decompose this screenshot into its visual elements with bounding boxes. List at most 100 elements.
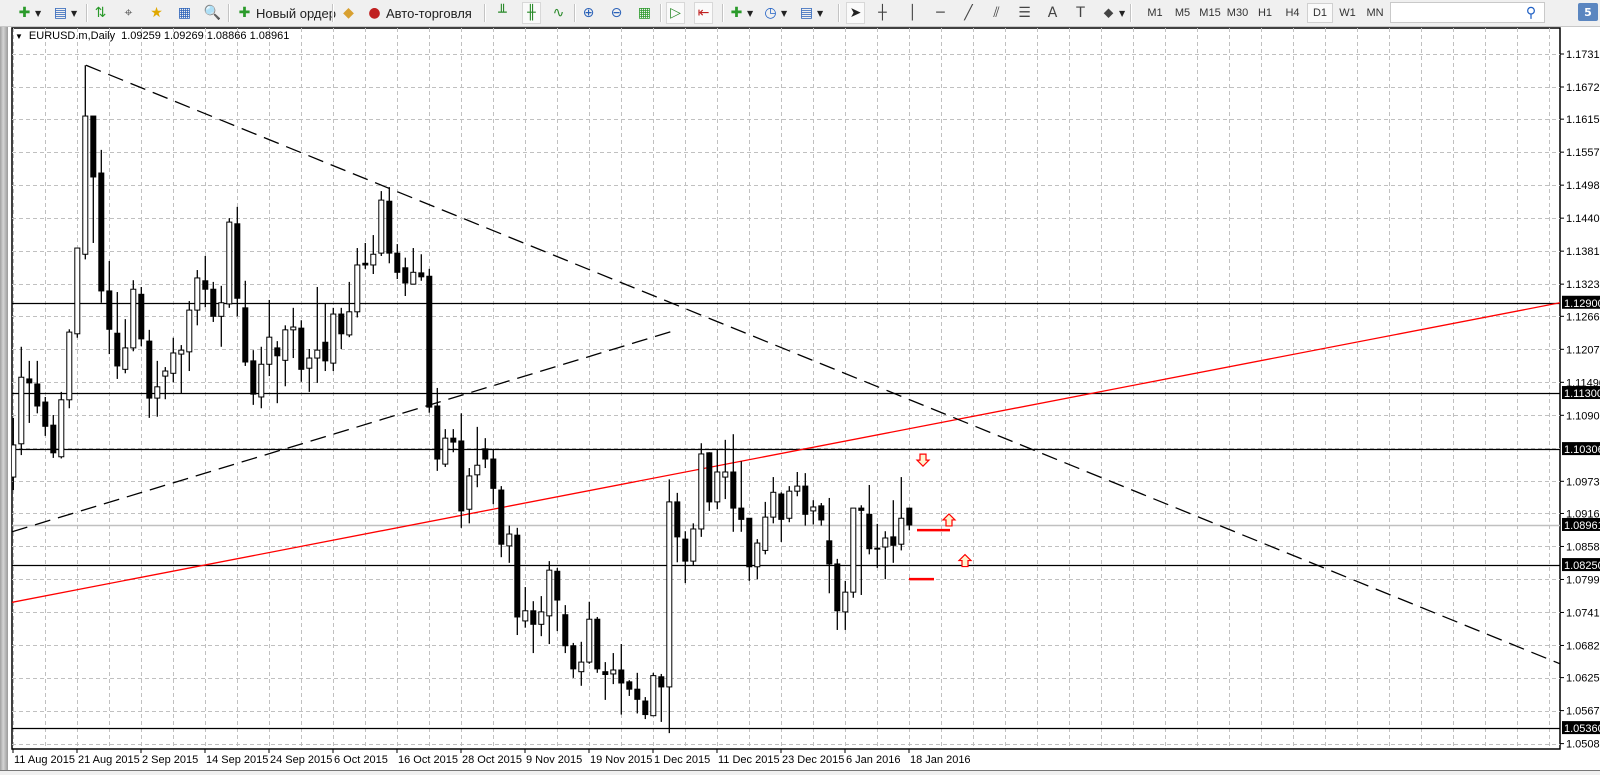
- chart-plot-area: [11, 27, 1561, 750]
- price-tick-label: 1.16725: [1566, 82, 1600, 94]
- price-level-label: 1.11300: [1564, 388, 1600, 400]
- chart-symbol: EURUSD.m,Daily: [28, 30, 116, 42]
- candle-bull: [194, 277, 201, 311]
- candle-bull: [698, 453, 705, 530]
- date-tick-label: 21 Aug 2015: [78, 754, 140, 766]
- candle-bear: [530, 610, 537, 625]
- candle-bear: [746, 517, 753, 568]
- candle-bull: [178, 349, 185, 355]
- date-tick-label: 19 Nov 2015: [590, 754, 652, 766]
- price-tick-label: 1.14985: [1566, 180, 1600, 192]
- price-tick-label: 1.14400: [1566, 213, 1600, 225]
- candle-bull: [466, 475, 473, 510]
- candle-bull: [306, 357, 313, 369]
- candle-bull: [346, 311, 353, 336]
- candle-bear: [498, 489, 505, 545]
- candle-bear: [338, 313, 345, 335]
- candle-bear: [730, 471, 737, 509]
- candle-bear: [802, 485, 809, 515]
- candle-bear: [618, 669, 625, 684]
- candle-bear: [98, 172, 105, 292]
- price-level-label: 1.05360: [1564, 723, 1600, 735]
- candle-bear: [234, 223, 241, 299]
- date-tick-label: 24 Sep 2015: [270, 754, 332, 766]
- candle-bull: [810, 506, 817, 512]
- candle-bull: [170, 352, 177, 374]
- candle-bull: [786, 490, 793, 519]
- candle-bull: [58, 399, 65, 458]
- candle-bear: [834, 563, 841, 612]
- price-tick-label: 1.13230: [1566, 279, 1600, 291]
- candle-bear: [738, 507, 745, 520]
- candle-bull: [538, 611, 545, 625]
- candle-bear: [418, 272, 425, 278]
- candle-bull: [762, 516, 769, 551]
- candle-bull: [650, 675, 657, 717]
- chart-title: ▼ EURUSD.m,Daily 1.09259 1.09269 1.08866…: [15, 30, 289, 42]
- date-tick-label: 6 Jan 2016: [846, 754, 900, 766]
- candle-bear: [402, 267, 409, 284]
- candle-bear: [634, 688, 641, 700]
- candle-bear: [394, 252, 401, 273]
- price-level-label: 1.10306: [1564, 444, 1600, 456]
- candle-bull: [578, 661, 585, 673]
- candle-bull: [722, 471, 729, 478]
- candle-bear: [562, 614, 569, 647]
- date-tick-label: 2 Sep 2015: [142, 754, 198, 766]
- price-tick-label: 1.06825: [1566, 640, 1600, 652]
- candle-bear: [458, 440, 465, 512]
- candle-bear: [450, 437, 457, 443]
- candle-bear: [482, 448, 489, 460]
- candle-bear: [298, 327, 305, 370]
- candle-bear: [386, 200, 393, 254]
- candle-bear: [826, 540, 833, 565]
- candle-bear: [114, 332, 121, 367]
- price-tick-label: 1.05085: [1566, 739, 1600, 751]
- chart-menu-triangle-icon[interactable]: ▼: [15, 32, 23, 41]
- candle-bull: [378, 199, 385, 254]
- price-tick-label: 1.16155: [1566, 114, 1600, 126]
- candle-bull: [410, 271, 417, 285]
- candle-bull: [282, 329, 289, 361]
- chart-ohlc: 1.09259 1.09269 1.08866 1.08961: [121, 30, 290, 42]
- candle-bear: [362, 262, 369, 266]
- candle-bear: [42, 401, 49, 427]
- date-tick-label: 11 Dec 2015: [718, 754, 780, 766]
- candle-bull: [74, 247, 81, 335]
- price-tick-label: 1.12660: [1566, 311, 1600, 323]
- price-chart[interactable]: 1.17310 1.16725 1.16155 1.15570 1.14985 1.144…: [0, 0, 1600, 774]
- candle-bull: [354, 264, 361, 313]
- date-tick-label: 23 Dec 2015: [782, 754, 844, 766]
- candle-bull: [154, 386, 161, 399]
- candle-bear: [706, 452, 713, 503]
- candle-bear: [554, 570, 561, 601]
- candle-bear: [858, 507, 865, 511]
- candle-bear: [602, 671, 609, 676]
- candle-bear: [138, 293, 145, 340]
- candle-bull: [330, 313, 337, 364]
- candle-bear: [626, 681, 633, 690]
- candle-bear: [90, 115, 97, 178]
- date-tick-label: 1 Dec 2015: [654, 754, 710, 766]
- candle-bear: [778, 493, 785, 520]
- candle-bear: [274, 347, 281, 357]
- candle-bear: [146, 340, 153, 399]
- date-tick-label: 18 Jan 2016: [910, 754, 971, 766]
- price-tick-label: 1.13815: [1566, 246, 1600, 258]
- candle-bear: [426, 275, 433, 408]
- candle-bull: [898, 517, 905, 545]
- candle-bull: [290, 326, 297, 331]
- candle-bear: [34, 383, 41, 407]
- price-tick-label: 1.07995: [1566, 574, 1600, 586]
- price-tick-label: 1.05670: [1566, 706, 1600, 718]
- candle-bear: [250, 360, 257, 395]
- candle-bear: [682, 538, 689, 562]
- candle-bear: [242, 307, 249, 363]
- candle-bear: [890, 536, 897, 546]
- candle-bull: [882, 537, 889, 548]
- candle-bull: [258, 363, 265, 398]
- candle-bull: [82, 115, 89, 255]
- candle-bear: [594, 618, 601, 670]
- candle-bear: [210, 288, 217, 317]
- candle-bear: [658, 676, 665, 688]
